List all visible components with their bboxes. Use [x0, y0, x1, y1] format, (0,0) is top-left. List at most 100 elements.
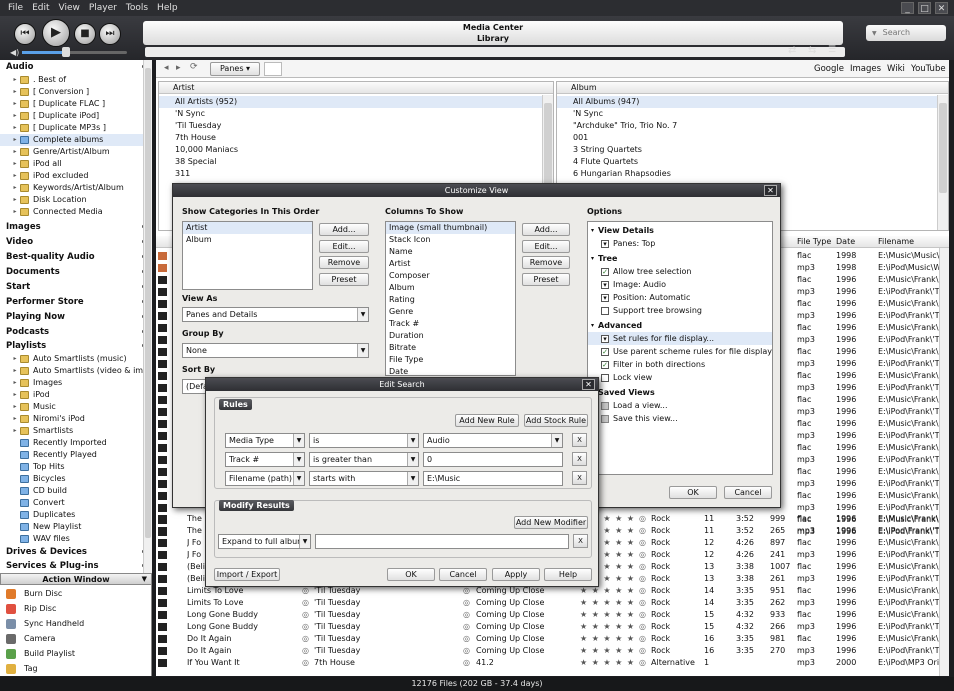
menu-help[interactable]: Help [157, 0, 178, 16]
link-wiki[interactable]: Wiki [887, 64, 905, 74]
checkbox[interactable]: ✓ [601, 267, 609, 276]
modifier-value-field[interactable] [315, 534, 569, 549]
playlist-item[interactable]: ▸ Images [0, 377, 151, 389]
rating-stars[interactable]: ★ ★ ★ ★ ★ [580, 621, 635, 633]
volume-slider[interactable] [22, 51, 127, 54]
option-item[interactable]: ✓ Use parent scheme rules for file displa… [588, 345, 772, 358]
expand-icon[interactable]: ▸ [10, 194, 20, 206]
expand-icon[interactable]: ▸ [10, 401, 20, 413]
sidebar-section[interactable]: Images▸ [0, 220, 151, 234]
table-row[interactable]: Do It Again ◎ 'Til Tuesday ◎ Coming Up Close… [156, 645, 949, 657]
shuffle-icon[interactable]: ⇄ [788, 45, 796, 56]
rule-value-field[interactable]: 0 [423, 452, 563, 467]
artist-pane-header[interactable]: Artist [159, 82, 553, 94]
file-list-scrollbar[interactable] [939, 248, 949, 676]
playlist-item[interactable]: ▸ Auto Smartlists (video & im... [0, 365, 151, 377]
saved-view-item[interactable]: Load a view... [588, 399, 772, 412]
menu-player[interactable]: Player [89, 0, 117, 16]
seek-bar[interactable] [145, 47, 845, 57]
option-item[interactable]: ▾ Image: Audio [588, 278, 772, 291]
add-new-rule-button[interactable]: Add New Rule [455, 414, 519, 427]
playlist-item[interactable]: ▸ Auto Smartlists (music) [0, 353, 151, 365]
refresh-icon[interactable]: ⟳ [190, 62, 198, 72]
maximize-button[interactable]: □ [918, 2, 931, 14]
category-preset-button[interactable]: Preset [319, 273, 369, 286]
table-row[interactable]: Long Gone Buddy ◎ 'Til Tuesday ◎ Coming Up C… [156, 609, 949, 621]
menu-edit[interactable]: Edit [32, 0, 49, 16]
column-preset-button[interactable]: Preset [522, 273, 570, 286]
chevron-down-icon[interactable]: ▼ [407, 472, 418, 485]
chevron-down-icon[interactable]: ▼ [293, 472, 304, 485]
sidebar-section[interactable]: Services & Plug-ins▸ [0, 559, 151, 573]
column-item[interactable]: Artist [386, 258, 515, 270]
option-item[interactable]: Lock view [588, 371, 772, 384]
column-item[interactable]: Rating [386, 294, 515, 306]
sidebar-scrollbar[interactable] [143, 60, 152, 574]
sidebar-section[interactable]: Podcasts▸ [0, 325, 151, 339]
link-images[interactable]: Images [850, 64, 881, 74]
action-item[interactable]: Sync Handheld [0, 616, 151, 631]
sidebar-item[interactable]: ▸ [ Duplicate iPod] [0, 110, 151, 122]
menu-tools[interactable]: Tools [126, 0, 148, 16]
customize-ok-button[interactable]: OK [669, 486, 717, 499]
expand-icon[interactable]: ▸ [10, 413, 20, 425]
volume-handle[interactable] [62, 47, 70, 57]
sidebar-section-playlists[interactable]: Playlists▸ [0, 339, 151, 353]
edit-search-help-button[interactable]: Help [544, 568, 592, 581]
rule-field-select[interactable]: Media Type ▼ [225, 433, 305, 448]
rule-field-select[interactable]: Track # ▼ [225, 452, 305, 467]
playlist-item[interactable]: Top Hits [0, 461, 151, 473]
column-item[interactable]: Composer [386, 270, 515, 282]
album-scrollbar[interactable] [937, 95, 948, 230]
chevron-down-icon[interactable]: ▼ [142, 574, 147, 585]
column-item[interactable]: Album [386, 282, 515, 294]
column-item[interactable]: Name [386, 246, 515, 258]
options-group-header[interactable]: ▾Saved Views [588, 386, 772, 399]
playlist-item[interactable]: New Playlist [0, 521, 151, 533]
add-stock-rule-button[interactable]: Add Stock Rule [524, 414, 588, 427]
playlist-item[interactable]: Recently Imported [0, 437, 151, 449]
column-item[interactable]: File Type [386, 354, 515, 366]
chevron-down-icon[interactable]: ▼ [551, 434, 562, 447]
remove-rule-button[interactable]: X [572, 433, 587, 447]
expand-icon[interactable]: ▸ [10, 134, 20, 146]
panes-button[interactable]: Panes ▾ [210, 62, 260, 76]
checkbox[interactable]: ✓ [601, 360, 609, 369]
chevron-down-icon[interactable]: ▼ [293, 434, 304, 447]
pane-item[interactable]: 7th House [159, 132, 553, 144]
pane-item[interactable]: 311 [159, 168, 553, 180]
pane-item[interactable]: All Albums (947) [557, 96, 948, 108]
action-item[interactable]: Build Playlist [0, 646, 151, 661]
next-icon[interactable]: ⏭ [99, 23, 121, 45]
playlist-item[interactable]: ▸ Niromi's iPod [0, 413, 151, 425]
sidebar-section[interactable]: Video▸ [0, 235, 151, 249]
close-icon[interactable]: ✕ [764, 185, 777, 196]
action-item[interactable]: Burn Disc [0, 586, 151, 601]
sidebar-item[interactable]: ▸ [ Duplicate MP3s ] [0, 122, 151, 134]
modifier-select[interactable]: Expand to full albums ▼ [218, 534, 311, 549]
sidebar-section-audio[interactable]: Audio▸ [0, 60, 151, 74]
sidebar-item[interactable]: ▸ [ Conversion ] [0, 86, 151, 98]
rule-operator-select[interactable]: is ▼ [309, 433, 419, 448]
link-google[interactable]: Google [814, 64, 844, 74]
close-button[interactable]: ✕ [935, 2, 948, 14]
expand-icon[interactable]: ▸ [10, 110, 20, 122]
expand-icon[interactable]: ▸ [10, 74, 20, 86]
edit-search-cancel-button[interactable]: Cancel [439, 568, 487, 581]
expand-icon[interactable]: ▸ [10, 158, 20, 170]
column-add-button[interactable]: Add... [522, 223, 570, 236]
column-item[interactable]: Date [386, 366, 515, 375]
options-group-header[interactable]: ▾ Advanced [588, 319, 772, 332]
chevron-down-icon[interactable]: ▼ [357, 308, 368, 321]
sidebar-item[interactable]: ▸ iPod excluded [0, 170, 151, 182]
table-row[interactable]: If You Want It ◎ 7th House ◎ 41.2 ★ ★ ★ ★ ★ ◎ A… [156, 657, 949, 669]
checkbox[interactable]: ✓ [601, 347, 609, 356]
dropdown-icon[interactable]: ▾ [601, 280, 609, 289]
category-add-button[interactable]: Add... [319, 223, 369, 236]
checkbox[interactable] [601, 373, 609, 382]
category-edit-button[interactable]: Edit... [319, 240, 369, 253]
pane-item[interactable]: 'N Sync [159, 108, 553, 120]
action-item[interactable]: Camera [0, 631, 151, 646]
category-item[interactable]: Artist [183, 222, 312, 234]
pane-item[interactable]: 001 [557, 132, 948, 144]
